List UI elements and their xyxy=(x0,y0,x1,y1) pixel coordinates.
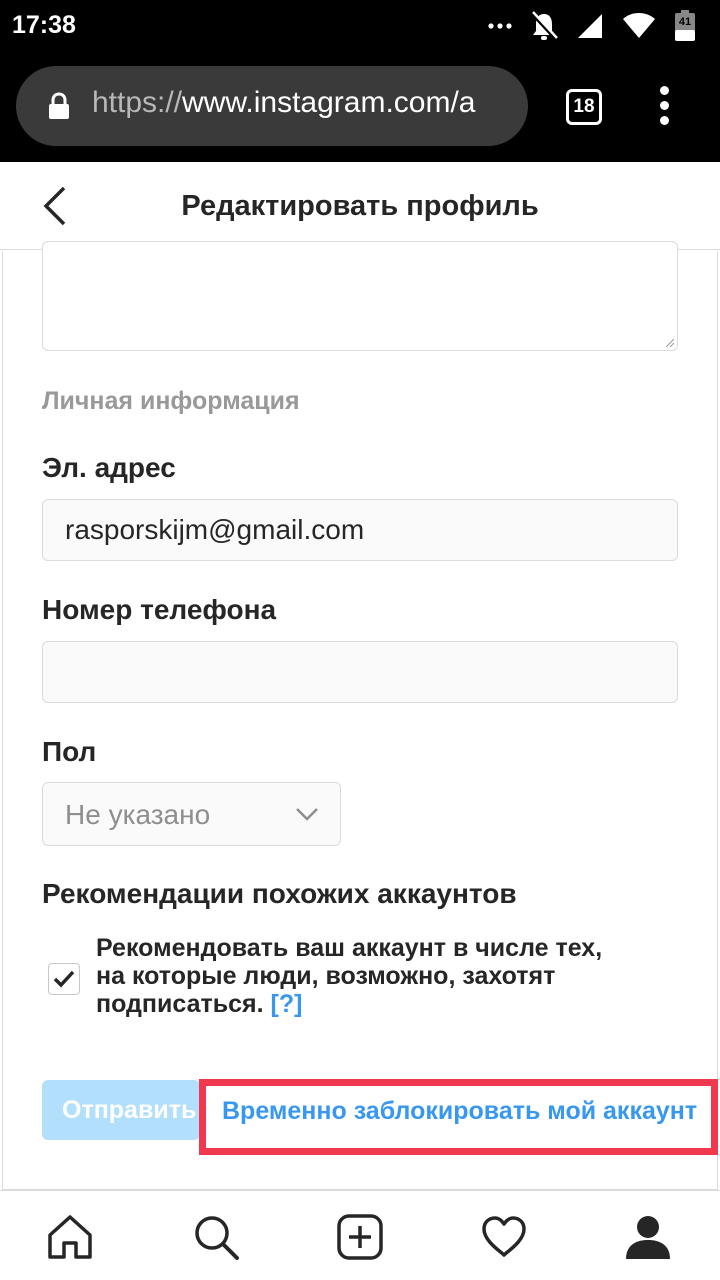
temporarily-disable-account-link[interactable]: Временно заблокировать мой аккаунт xyxy=(222,1097,710,1126)
home-icon[interactable] xyxy=(46,1213,94,1261)
page-title: Редактировать профиль xyxy=(181,190,539,222)
status-time: 17:38 xyxy=(12,11,76,39)
bottom-nav xyxy=(0,1190,720,1280)
tab-count: 18 xyxy=(573,96,595,117)
chevron-down-icon xyxy=(295,807,319,826)
screen: 17:38 41 https://www.instagram.com/a 18 … xyxy=(0,0,720,1280)
status-bar: 17:38 41 xyxy=(0,0,720,52)
tabs-icon[interactable]: 18 xyxy=(566,89,602,125)
section-personal-info: Личная информация xyxy=(42,387,300,415)
browser-toolbar: https://www.instagram.com/a 18 xyxy=(0,52,720,162)
checkmark-icon xyxy=(53,970,75,988)
phone-field[interactable] xyxy=(42,641,678,703)
more-dots-icon xyxy=(488,22,512,30)
bio-textarea[interactable] xyxy=(42,241,678,351)
url-scheme: https:// xyxy=(92,86,183,119)
recommend-text: Рекомендовать ваш аккаунт в числе тех, н… xyxy=(96,934,603,1018)
gender-label: Пол xyxy=(42,736,97,767)
email-label: Эл. адрес xyxy=(42,452,176,483)
submit-button[interactable]: Отправить xyxy=(42,1080,200,1140)
recommendations-heading: Рекомендации похожих аккаунтов xyxy=(42,878,517,909)
search-icon[interactable] xyxy=(192,1213,240,1261)
address-bar[interactable]: https://www.instagram.com/a xyxy=(16,66,528,146)
url-host: www.instagram.com/a xyxy=(182,86,476,119)
gender-select[interactable]: Не указано xyxy=(42,782,341,846)
profile-icon[interactable] xyxy=(624,1213,672,1261)
battery-level: 41 xyxy=(678,16,692,28)
recommend-checkbox[interactable] xyxy=(48,963,80,995)
new-post-icon[interactable] xyxy=(336,1213,384,1261)
recommend-description: Рекомендовать ваш аккаунт в числе тех, н… xyxy=(96,934,616,1018)
edit-profile-form: Личная информация Эл. адрес rasporskijm@… xyxy=(0,241,720,1190)
activity-heart-icon[interactable] xyxy=(480,1213,528,1261)
lock-icon xyxy=(48,92,70,125)
recommend-help-link[interactable]: [?] xyxy=(271,990,303,1018)
phone-label: Номер телефона xyxy=(42,594,277,625)
email-field[interactable]: rasporskijm@gmail.com xyxy=(42,499,678,561)
cell-signal-icon xyxy=(576,12,604,40)
battery-icon: 41 xyxy=(674,10,696,42)
page-header: Редактировать профиль xyxy=(0,162,720,250)
status-icons: 41 xyxy=(488,10,696,42)
gender-value: Не указано xyxy=(65,799,211,830)
notifications-off-icon xyxy=(530,11,558,41)
overflow-menu-icon[interactable] xyxy=(654,86,674,130)
url-text: https://www.instagram.com/a xyxy=(92,86,508,120)
wifi-icon xyxy=(622,13,656,39)
